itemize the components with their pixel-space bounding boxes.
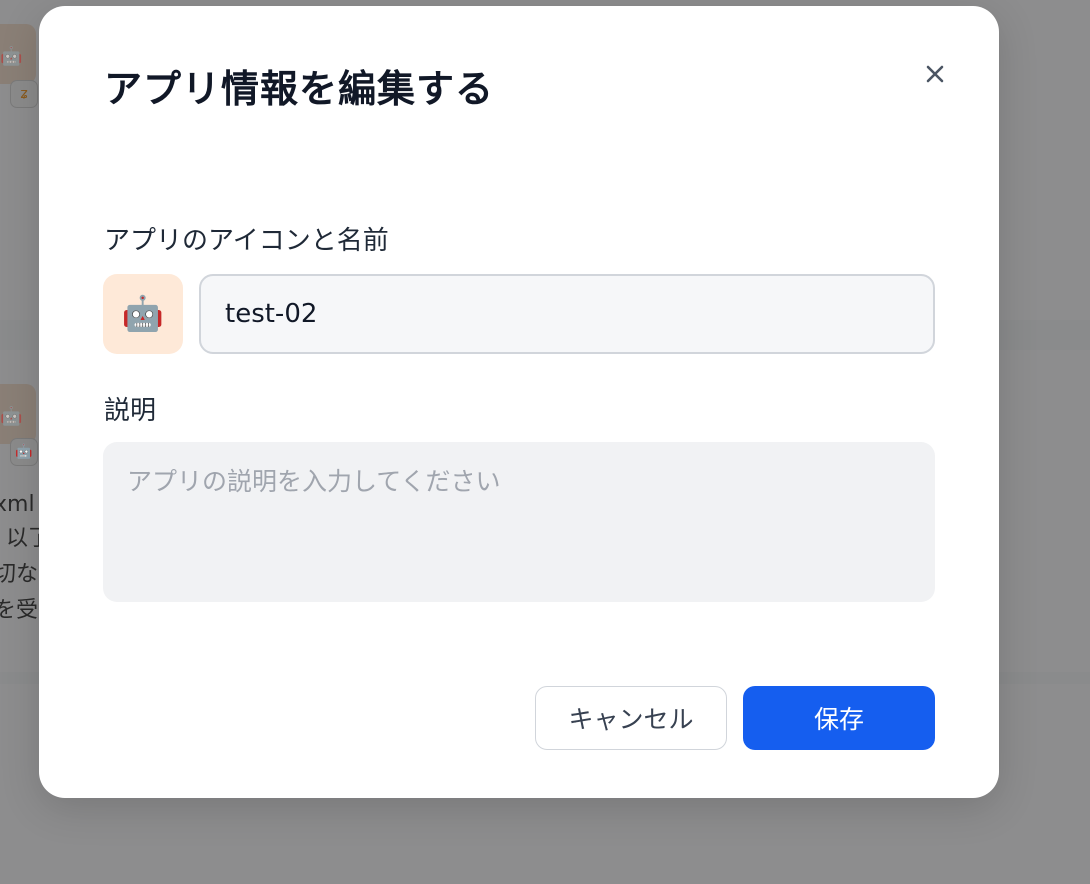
edit-app-info-dialog: アプリ情報を編集する アプリのアイコンと名前 🤖 説明 キャンセル 保存	[39, 6, 999, 798]
background-app-avatar: 🤖	[0, 384, 36, 444]
close-button[interactable]	[915, 54, 955, 94]
background-card-text: 切な	[0, 562, 39, 587]
description-textarea[interactable]	[103, 442, 935, 602]
save-button[interactable]: 保存	[743, 686, 935, 750]
robot-face-icon: 🤖	[121, 294, 165, 334]
workflow-icon: ʑ	[10, 80, 38, 108]
app-name-input[interactable]	[199, 274, 935, 354]
robot-icon: 🤖	[10, 438, 38, 466]
app-icon-picker[interactable]: 🤖	[103, 274, 183, 354]
robot-face-icon: 🤖	[0, 46, 23, 67]
cancel-button[interactable]: キャンセル	[535, 686, 727, 750]
robot-face-icon: 🤖	[0, 406, 23, 427]
icon-and-name-label: アプリのアイコンと名前	[104, 226, 389, 256]
dialog-title: アプリ情報を編集する	[104, 67, 495, 111]
background-card-text: を受	[0, 598, 39, 623]
background-app-avatar: 🤖	[0, 24, 36, 84]
close-icon	[926, 65, 944, 83]
description-label: 説明	[104, 396, 157, 426]
